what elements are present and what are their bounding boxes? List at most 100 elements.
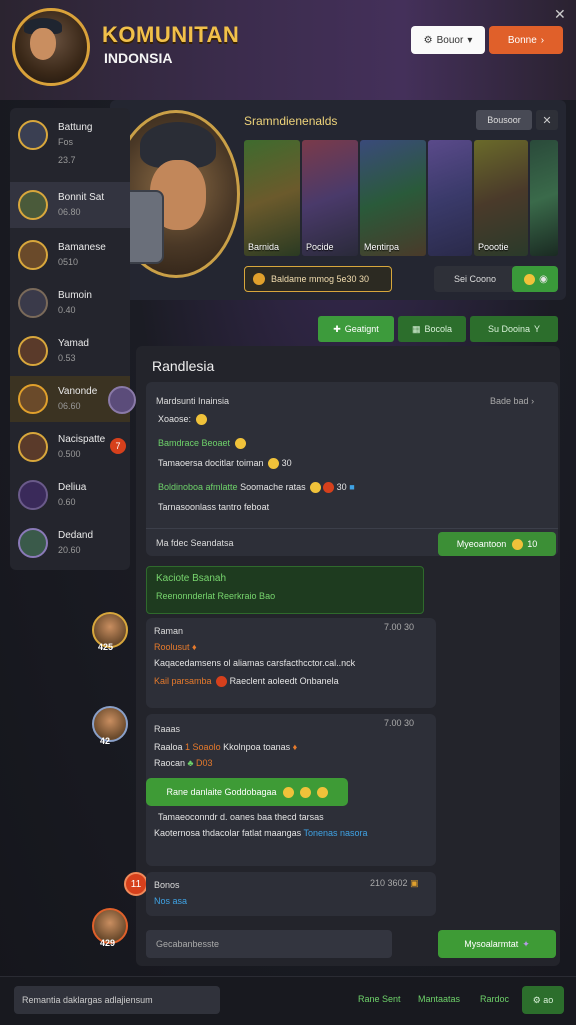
close-icon[interactable]: ✕ [554,6,566,23]
chevron-right-icon: › [540,34,545,46]
post-meta[interactable]: Bade bad › [490,396,534,406]
hero-card-label: Poootie [478,242,509,252]
post-title: Mardsunti Inainsia [156,396,230,406]
message-line-text: Raocan [154,758,186,768]
chevron-right-icon: › [531,396,535,406]
message-author: Raman [154,626,184,636]
heart-icon [216,676,228,688]
footer-link[interactable]: Rardoc [480,994,509,1004]
gallery-close-icon[interactable]: ✕ [536,110,558,130]
tab-third[interactable]: Su Dooina Y [470,316,558,342]
fire-icon: ♦ [192,642,197,652]
avatar [18,288,48,318]
footer-link[interactable]: Rane Sent [358,994,401,1004]
gallery-title: Sramndienenalds [244,114,338,128]
post-line-text: Soomache ratas [240,482,306,492]
send-button-label: Mysoalarmtat [464,939,519,949]
smile-icon [512,538,524,550]
sidebar-item-name: Dedand [58,530,94,541]
sidebar-item[interactable]: Dedand 20.60 [10,520,130,566]
image-icon: ■ [349,482,355,492]
message-line: Roolusut ♦ [154,642,197,652]
avatar [18,528,48,558]
message-line-link[interactable]: Tonenas [303,828,337,838]
message-line: Kail parsamba Raeclent aoleedt Onbanela [154,676,339,688]
post-line-number: 30 [336,482,347,492]
sidebar-item[interactable]: Nacispatte 0.500 7 [10,424,130,470]
gift-icon: ▣ [410,878,419,888]
send-button[interactable]: Mysoalarmtat ✦ [438,930,556,958]
avatar [18,480,48,510]
footer-input[interactable]: Remantia daklargas adlajiensum [14,986,220,1014]
avatar [18,384,48,414]
footer-link[interactable]: Mantaatas [418,994,460,1004]
sidebar-item-badge [108,386,136,414]
message-line: Raaloa 1 Soaolo Kkolnpoa toanas ♦ [154,742,297,752]
footer-button[interactable]: ⚙ ao [522,986,564,1014]
message-line-text: Roolusut [154,642,190,652]
logo-face [30,28,56,60]
sidebar-item-sub: 20.60 [58,545,81,555]
header-button-primary-label: Bouor [436,34,464,46]
sidebar-item-sub: 06.80 [58,207,81,217]
sidebar-item[interactable]: 23.7 [10,146,130,174]
message-input[interactable]: Gecabanbesste [146,930,392,958]
message-line-text: Kkolnpoa toanas [223,742,291,752]
leaf-icon: ♣ [187,758,194,768]
message-line-text: Kail parsamba [154,676,212,686]
message-line-text: Kaoternosa thdacolar fatlat maangas [154,828,302,838]
hero-card[interactable]: Mentirpa [360,140,426,256]
sidebar-item[interactable]: Bumoin 0.40 [10,280,130,326]
header-button-secondary[interactable]: Bonne › [489,26,563,54]
sidebar-item-name: Bonnit Sat [58,192,105,203]
emoji-action-button[interactable]: ◉ [512,266,558,292]
sidebar-item-name: Nacispatte [58,434,106,445]
message-line-link[interactable]: nasora [340,828,368,838]
message-line-link[interactable]: Nos asa [154,896,187,906]
level-badge: 42 [100,736,111,746]
heart-icon [323,482,335,494]
gear-icon: ⚙ [532,994,541,1005]
sidebar-item[interactable]: Yamad 0.53 [10,328,130,374]
hero-card-label: Mentirpa [364,242,400,252]
right-pill[interactable]: Sei Coono [434,266,516,292]
post-action-button[interactable]: Myeoantoon 10 [438,532,556,556]
post-line: Bamdrace Beoaet [158,438,246,450]
highlight-bubble[interactable]: Rane danlaite Goddobagaa [146,778,348,806]
tab-secondary[interactable]: ▦ Bocola [398,316,466,342]
post-line: Tamaoersa docitlar toiman 30 [158,458,292,470]
sidebar-item-name: Bumoin [58,290,92,301]
hero-card-label: Pocide [306,242,334,252]
sidebar-item[interactable]: Bamanese 0510 [10,232,130,278]
fire-icon: ♦ [292,742,298,752]
tab-main[interactable]: ✚ Geatignt [318,316,394,342]
app-title: KOMUNITAN [102,22,240,47]
message-line-text: Raaloa [154,742,183,752]
gallery-action-button[interactable]: Bousoor [476,110,532,130]
hero-card[interactable]: Poootie [474,140,528,256]
post-line-text: Tamaoersa docitlar toiman [158,458,264,468]
hero-card[interactable] [530,140,558,256]
hero-card[interactable] [428,140,472,256]
message-line: Kaqacedamsens ol aliamas carsfacthcctor.… [154,658,356,668]
message-author: Raaas [154,724,181,734]
hero-card[interactable]: Barnida [244,140,300,256]
sidebar-item-name: Battung [58,122,93,133]
sidebar-item[interactable]: Deliua 0.60 [10,472,130,518]
message-line: Tamaeoconndr d. oanes baa thecd tarsas [158,812,324,822]
filter-icon: Y [534,324,541,334]
sidebar-item-name: Yamad [58,338,89,349]
message-line-number: D03 [195,758,213,768]
sidebar-item[interactable]: Bonnit Sat 06.80 [10,182,130,228]
tab-third-label: Su Dooina [487,324,530,334]
post-line-text: Bamdrace Beoaet [158,438,231,448]
sidebar-item[interactable]: Vanonde 06.60 [10,376,136,422]
message-time-text: 210 3602 [370,878,408,888]
hero-card[interactable]: Pocide [302,140,358,256]
post-action-count: 10 [527,539,538,549]
header-button-primary[interactable]: ⚙ Bouor ▾ [411,26,485,54]
coin-search-pill[interactable]: Baldame mmog 5e30 30 [244,266,392,292]
post-line-number: 30 [281,458,292,468]
smile-icon [524,273,536,285]
sidebar: Battung Fos 23.7 Bonnit Sat 06.80 Bamanese… [10,108,136,570]
